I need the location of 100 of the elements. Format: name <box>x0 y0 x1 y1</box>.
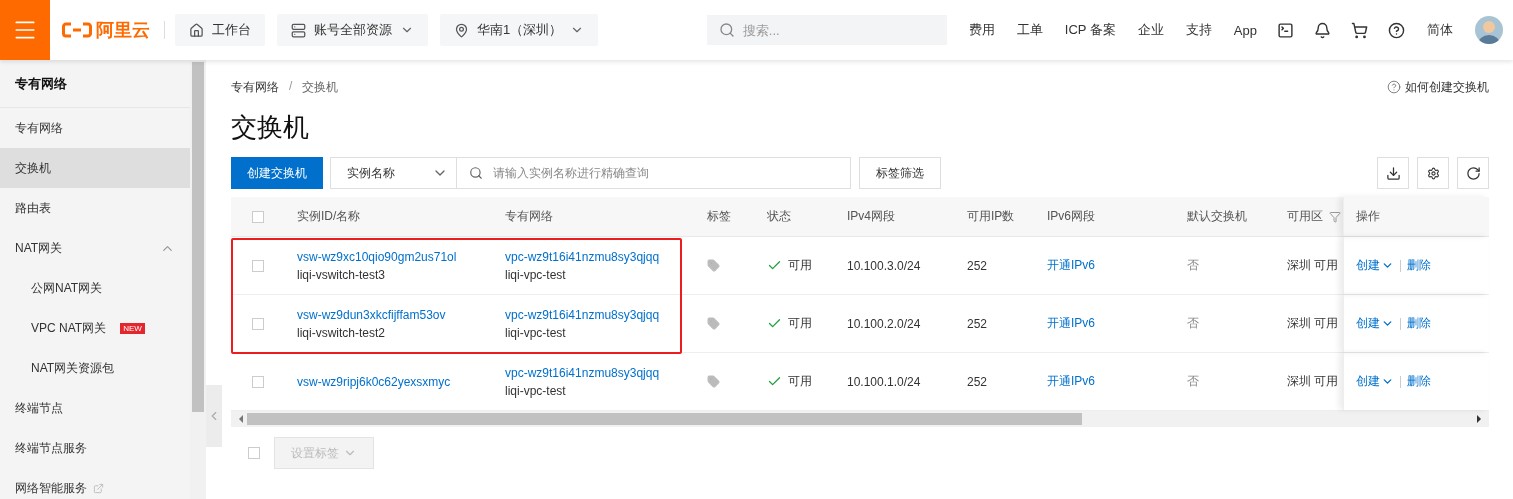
sidebar-item[interactable]: VPC NAT网关 NEW <box>0 308 190 348</box>
status-text: 可用 <box>767 257 835 274</box>
vpc-id-link[interactable]: vpc-wz9t16i41nzmu8sy3qjqq <box>505 249 695 264</box>
column-header: 默认交换机 <box>1187 208 1248 225</box>
column-header: IPv4网段 <box>847 208 896 225</box>
action-link[interactable]: 删除 <box>1407 373 1431 390</box>
header-link[interactable]: 支持 <box>1185 21 1212 39</box>
column-header: IPv6网段 <box>1047 208 1096 225</box>
refresh-button[interactable] <box>1457 157 1489 189</box>
search-field[interactable]: 请输入实例名称进行精确查询 <box>457 157 851 189</box>
action-link[interactable]: 创建 <box>1356 315 1394 332</box>
table-cell-text: 10.100.1.0/24 <box>847 374 922 389</box>
enable-ipv6-link[interactable]: 开通IPv6 <box>1047 373 1175 390</box>
row-checkbox[interactable] <box>252 259 264 272</box>
vpc-id-link[interactable]: vpc-wz9t16i41nzmu8sy3qjqq <box>505 365 695 380</box>
enable-ipv6-link[interactable]: 开通IPv6 <box>1047 257 1175 274</box>
filter-select[interactable]: 实例名称 <box>330 157 457 189</box>
nav-button[interactable]: 账号全部资源 <box>277 14 428 46</box>
server-icon <box>291 22 306 38</box>
enable-ipv6-link[interactable]: 开通IPv6 <box>1047 315 1175 332</box>
cart-icon[interactable] <box>1351 21 1368 39</box>
tag-icon[interactable] <box>707 259 720 272</box>
header-link[interactable]: 企业 <box>1137 21 1164 39</box>
sidebar-item[interactable]: NAT网关 <box>0 228 190 268</box>
table-cell-text: 深圳 可用 <box>1287 315 1340 332</box>
vpc-name: liqi-vpc-test <box>505 325 567 340</box>
sidebar-item[interactable]: 网络智能服务 <box>0 468 190 499</box>
nav-button[interactable]: 华南1（深圳） <box>440 14 599 46</box>
action-link[interactable]: 删除 <box>1407 315 1431 332</box>
row-checkbox[interactable] <box>252 317 264 330</box>
sidebar-item[interactable]: 专有网络 <box>0 108 190 148</box>
vpc-name: liqi-vpc-test <box>505 267 567 282</box>
instance-id-link[interactable]: vsw-wz9xc10qio90gm2us71ol <box>297 249 493 264</box>
instance-id-link[interactable]: vsw-wz9ripj6k0c62yexsxmyc <box>297 374 493 389</box>
table-cell-text: 否 <box>1187 315 1200 332</box>
download-button[interactable] <box>1377 157 1409 189</box>
sidebar-item[interactable]: 终端节点服务 <box>0 428 190 468</box>
vpc-id-link[interactable]: vpc-wz9t16i41nzmu8sy3qjqq <box>505 307 695 322</box>
terminal-icon[interactable] <box>1277 21 1294 39</box>
bell-icon[interactable] <box>1314 21 1331 39</box>
table-cell-text: 252 <box>967 316 989 331</box>
column-header: 可用区 <box>1287 208 1343 225</box>
column-header: 可用IP数 <box>967 208 1016 225</box>
settings-button[interactable] <box>1417 157 1449 189</box>
horizontal-scrollbar[interactable] <box>231 411 1489 427</box>
action-link[interactable]: 删除 <box>1407 257 1431 274</box>
instance-id-link[interactable]: vsw-wz9dun3xkcfijffam53ov <box>297 307 493 322</box>
download-icon <box>1385 165 1401 181</box>
new-badge: NEW <box>120 322 145 334</box>
header-link[interactable]: 费用 <box>968 21 995 39</box>
column-header: 状态 <box>767 208 792 225</box>
sidebar-item[interactable]: 交换机 <box>0 148 190 188</box>
column-header: 实例ID/名称 <box>297 208 362 225</box>
external-link-icon <box>93 482 104 494</box>
help-icon[interactable] <box>1388 21 1405 39</box>
action-link[interactable]: 创建 <box>1356 257 1394 274</box>
breadcrumb-separator: / <box>289 78 293 95</box>
table-cell-text: 10.100.2.0/24 <box>847 316 922 331</box>
table-cell-text: 252 <box>967 258 989 273</box>
language-link[interactable]: 简体 <box>1427 21 1453 39</box>
select-all-checkbox[interactable] <box>252 210 264 223</box>
menu-button[interactable] <box>0 0 50 60</box>
header-link[interactable]: App <box>1233 22 1257 38</box>
help-link[interactable]: 如何创建交换机 <box>1387 78 1489 96</box>
collapse-handle[interactable] <box>206 385 222 447</box>
action-link[interactable]: 创建 <box>1356 373 1394 390</box>
vpc-name: liqi-vpc-test <box>505 383 567 398</box>
sidebar-item[interactable]: 路由表 <box>0 188 190 228</box>
sidebar-item[interactable]: 公网NAT网关 <box>0 268 190 308</box>
filter-icon[interactable] <box>1329 210 1341 223</box>
table-cell-text: 否 <box>1187 257 1200 274</box>
column-header: 标签 <box>707 208 732 225</box>
location-pin-icon <box>454 22 469 38</box>
header-link[interactable]: ICP 备案 <box>1064 21 1116 39</box>
refresh-icon <box>1465 165 1481 181</box>
home-icon <box>189 22 204 38</box>
header-link[interactable]: 工单 <box>1016 21 1043 39</box>
breadcrumb-link[interactable]: 交换机 <box>302 78 339 96</box>
help-icon <box>1387 80 1401 94</box>
status-text: 可用 <box>767 373 835 390</box>
create-button[interactable]: 创建交换机 <box>231 157 323 189</box>
tag-icon[interactable] <box>707 317 720 330</box>
instance-name: liqi-vswitch-test2 <box>297 325 387 340</box>
table-cell-text: 深圳 可用 <box>1287 257 1340 274</box>
tag-filter-button[interactable]: 标签筛选 <box>859 157 941 189</box>
avatar[interactable] <box>1475 16 1503 44</box>
table-cell-text: 否 <box>1187 373 1200 390</box>
logo-icon <box>62 22 92 38</box>
breadcrumb-link[interactable]: 专有网络 <box>231 78 279 96</box>
nav-button[interactable]: 工作台 <box>175 14 265 46</box>
row-checkbox[interactable] <box>252 375 264 388</box>
select-all-checkbox[interactable] <box>248 447 260 459</box>
column-header: 专有网络 <box>505 208 554 225</box>
sidebar-item[interactable]: 终端节点 <box>0 388 190 428</box>
table-cell-text: 10.100.3.0/24 <box>847 258 922 273</box>
vertical-scrollbar[interactable] <box>190 60 206 499</box>
instance-name: liqi-vswitch-test3 <box>297 267 387 282</box>
tag-icon[interactable] <box>707 375 720 388</box>
sidebar-item[interactable]: NAT网关资源包 <box>0 348 190 388</box>
search-field[interactable]: 搜索... <box>706 15 947 45</box>
